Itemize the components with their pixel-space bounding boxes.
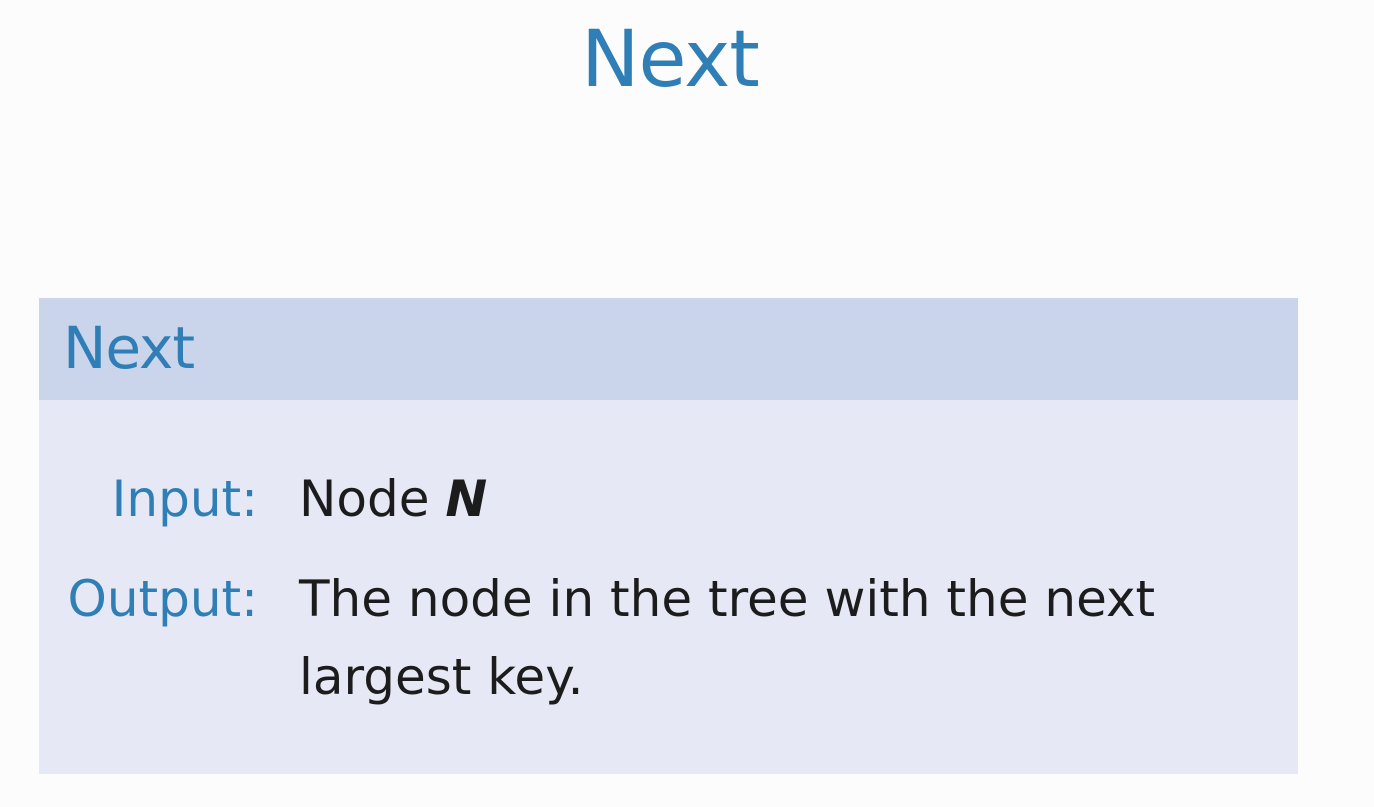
input-value: Node N [299, 460, 487, 538]
input-value-text: Node [299, 470, 430, 528]
slide-title: Next [581, 15, 760, 105]
output-row: Output: The node in the tree with the ne… [20, 560, 1260, 720]
block-header: Next [39, 298, 1298, 400]
input-row: Input: Node N [20, 460, 1260, 538]
input-label: Input: [111, 470, 258, 528]
output-value-line2: largest key. [299, 648, 584, 706]
output-value-line1: The node in the tree with the next [299, 570, 1156, 628]
input-value-math: N [445, 470, 488, 528]
output-label: Output: [67, 570, 258, 628]
block-title: Next [63, 314, 195, 382]
